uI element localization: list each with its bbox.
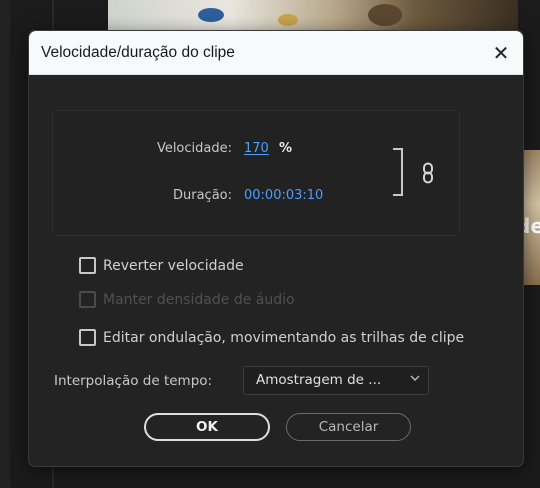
link-bracket xyxy=(393,148,403,196)
maintain-audio-pitch-checkbox: Manter densidade de áudio xyxy=(79,291,295,308)
speed-duration-dialog: Velocidade/duração do clipe ✕ Velocidade… xyxy=(28,30,524,467)
duration-value[interactable]: 00:00:03:10 xyxy=(244,188,323,203)
speed-duration-panel: Velocidade: 170 % Duração: 00:00:03:10 xyxy=(52,110,460,236)
checkbox-box[interactable] xyxy=(79,257,96,274)
ripple-edit-checkbox[interactable]: Editar ondulação, movimentando as trilha… xyxy=(79,329,464,346)
app-left-strip xyxy=(0,0,10,488)
checkbox-box xyxy=(79,291,96,308)
time-interpolation-dropdown[interactable]: Amostragem de ... xyxy=(243,366,429,395)
reverse-speed-checkbox[interactable]: Reverter velocidade xyxy=(79,257,244,274)
checkbox-label: Reverter velocidade xyxy=(103,257,244,274)
close-button[interactable]: ✕ xyxy=(487,39,515,67)
speed-value[interactable]: 170 xyxy=(244,141,269,156)
checkbox-label: Editar ondulação, movimentando as trilha… xyxy=(103,329,465,346)
speed-unit: % xyxy=(279,141,293,156)
checkbox-label: Manter densidade de áudio xyxy=(103,291,295,308)
duration-label: Duração: xyxy=(172,188,232,203)
chain-link-icon[interactable] xyxy=(422,162,434,184)
dropdown-selected-value: Amostragem de ... xyxy=(256,372,382,388)
app-background: de Velocidade/duração do clipe ✕ Velocid… xyxy=(0,0,540,488)
speed-label: Velocidade: xyxy=(156,141,232,156)
dialog-titlebar[interactable]: Velocidade/duração do clipe ✕ xyxy=(29,31,523,75)
ok-button[interactable]: OK xyxy=(144,413,270,441)
dialog-title: Velocidade/duração do clipe xyxy=(41,44,235,61)
chevron-down-icon xyxy=(410,371,420,385)
time-interpolation-label: Interpolação de tempo: xyxy=(54,373,213,389)
checkbox-box[interactable] xyxy=(79,329,96,346)
close-icon: ✕ xyxy=(492,41,510,65)
cancel-button[interactable]: Cancelar xyxy=(286,413,411,441)
